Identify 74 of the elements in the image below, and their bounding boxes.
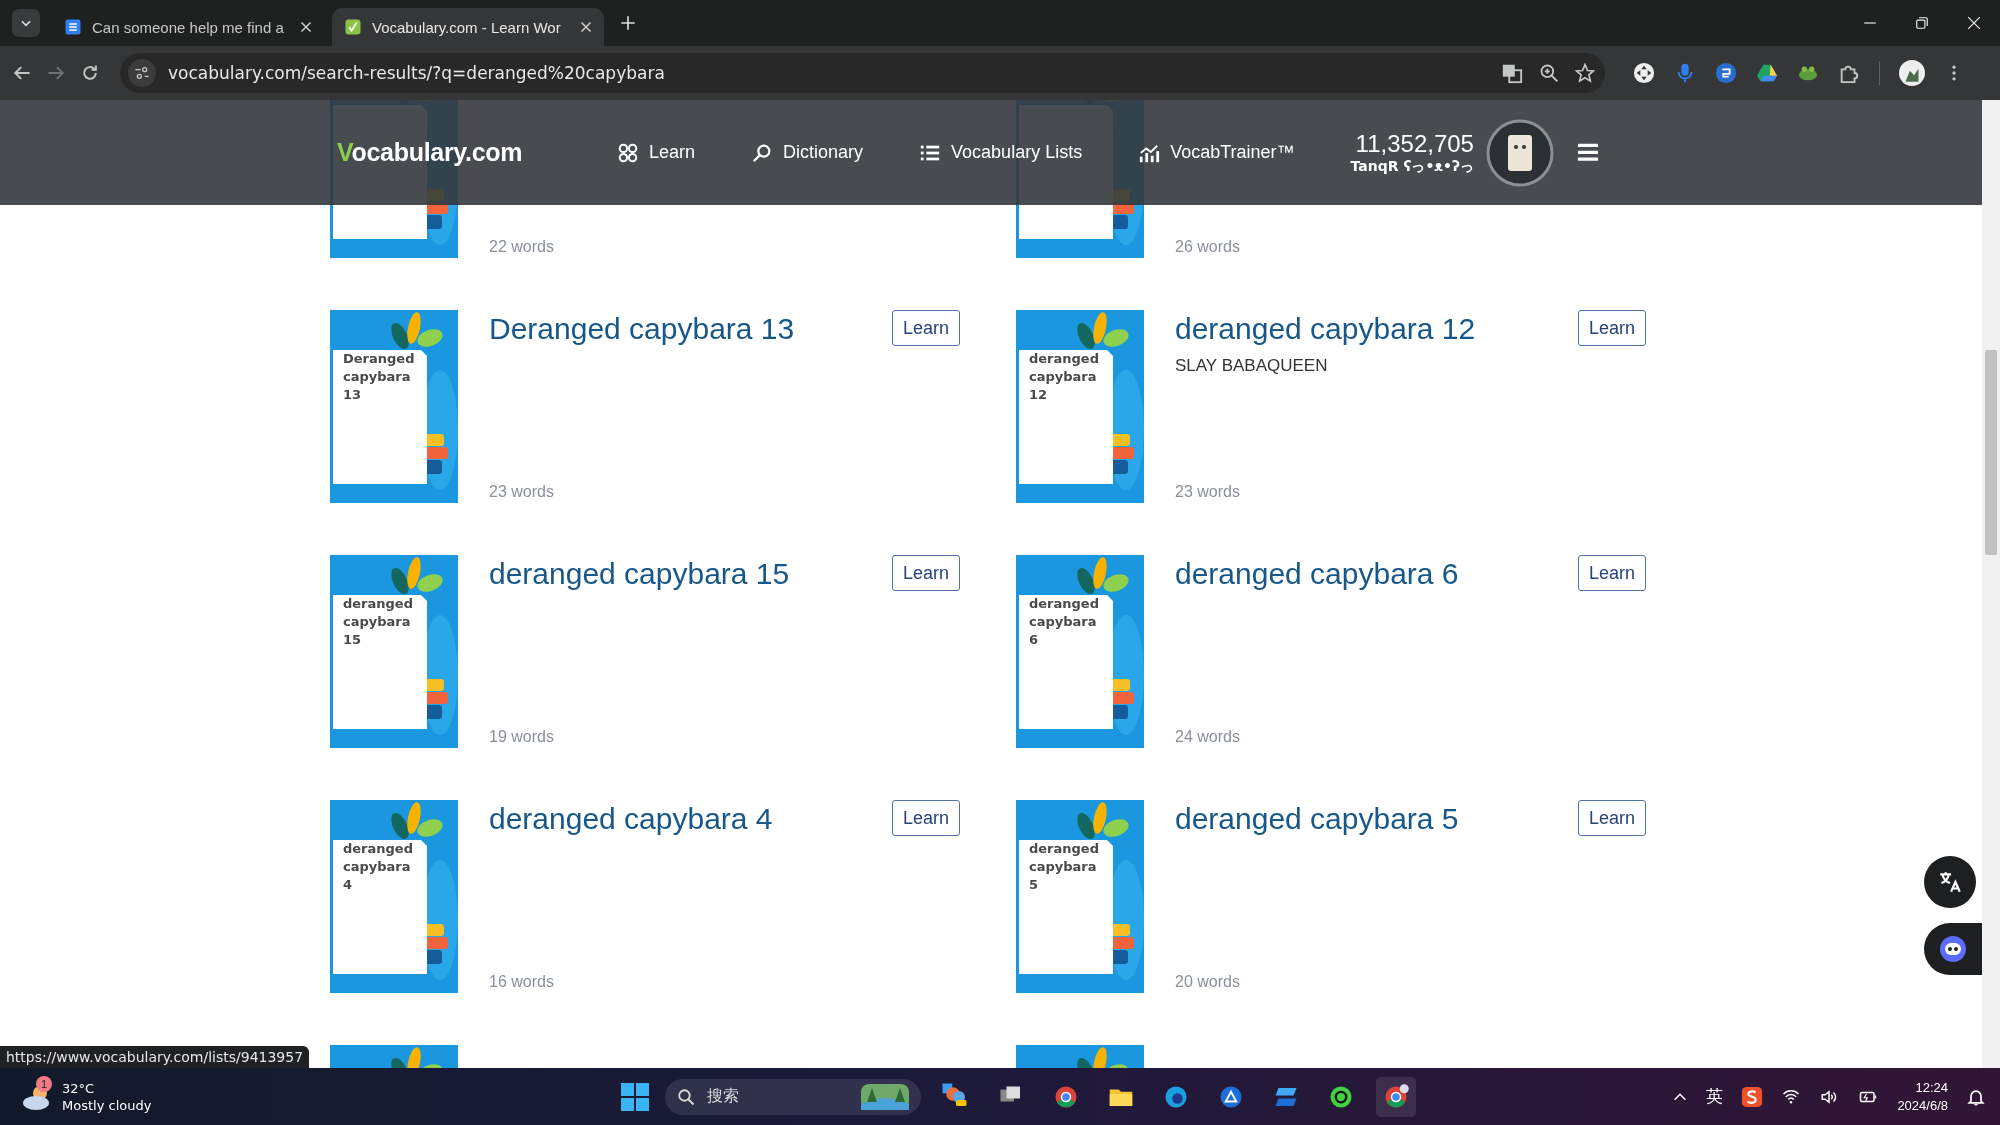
translate-icon — [1937, 869, 1963, 895]
grid-icon — [617, 141, 639, 164]
nav-link[interactable]: VocabTrainer™ — [1138, 141, 1295, 164]
address-bar[interactable]: vocabulary.com/search-results/?q=deranged%20capybara — [120, 53, 1605, 93]
search-icon — [677, 1087, 695, 1106]
new-tab-icon[interactable] — [620, 15, 636, 31]
cover-title: Deranged capybara 13 — [343, 350, 416, 404]
browser-tab[interactable]: Can someone help me find a — [52, 8, 324, 46]
list-title-link[interactable]: deranged capybara 5 — [1175, 802, 1459, 836]
system-clock[interactable]: 12:24 2024/6/8 — [1897, 1078, 1948, 1115]
cover-title: deranged capybara 12 — [1029, 350, 1100, 404]
restore-icon[interactable] — [1915, 16, 1929, 30]
wifi-icon[interactable] — [1781, 1087, 1802, 1106]
list-title-link[interactable]: deranged capybara 4 — [489, 802, 773, 836]
learn-button[interactable]: Learn — [891, 555, 960, 591]
learn-button[interactable]: Learn — [891, 800, 960, 836]
word-count: 23 words — [489, 483, 555, 502]
document-icon — [64, 18, 82, 36]
weather-condition: Mostly cloudy — [62, 1096, 152, 1114]
word-count: 16 words — [489, 973, 555, 992]
list-description: SLAY BABAQUEEN — [1175, 356, 1329, 376]
learn-button[interactable]: Learn — [1577, 310, 1646, 346]
notification-badge: 1 — [36, 1075, 52, 1092]
profile-avatar-icon[interactable] — [1899, 60, 1925, 86]
cover-title: deranged capybara 6 — [1029, 595, 1100, 649]
taskbar-browser-icon[interactable] — [1376, 1076, 1416, 1117]
translate-button[interactable] — [1924, 856, 1976, 908]
cover-title: deranged capybara 4 — [343, 840, 414, 894]
landscape-icon — [861, 1083, 909, 1110]
word-count: 23 words — [1175, 483, 1241, 502]
username: TanqR ʕっ•ᴥ•ʔっ — [1350, 157, 1474, 176]
checkmark-icon — [344, 18, 362, 36]
reload-icon[interactable] — [80, 63, 100, 83]
input-method-indicator[interactable]: 英 — [1706, 1085, 1724, 1108]
site-settings-icon[interactable] — [134, 65, 150, 81]
menu-icon[interactable] — [1575, 141, 1600, 164]
taskbar-search-field[interactable]: 搜索 — [665, 1078, 921, 1115]
assistant-button[interactable] — [1924, 923, 1982, 975]
temperature: 32°C — [62, 1079, 96, 1097]
scrollbar[interactable] — [1982, 100, 2000, 1068]
learn-button[interactable]: Learn — [891, 310, 960, 346]
nav-link[interactable]: Vocabulary Lists — [919, 141, 1083, 164]
input-method-icon[interactable] — [1741, 1085, 1764, 1108]
site-logo[interactable]: Vocabulary.com — [337, 138, 617, 167]
zoom-icon[interactable] — [1539, 63, 1559, 83]
move-icon[interactable] — [1633, 62, 1655, 84]
robot-icon — [1939, 935, 1967, 963]
word-count: 20 words — [1175, 973, 1241, 992]
list-title-link[interactable]: deranged capybara 6 — [1175, 557, 1459, 591]
word-count: 24 words — [1175, 728, 1241, 747]
list-title-link[interactable]: deranged capybara 15 — [489, 557, 790, 591]
avatar-icon[interactable] — [1485, 118, 1554, 187]
nav-link[interactable]: Dictionary — [751, 141, 864, 164]
nav-link[interactable]: Learn — [617, 141, 696, 164]
list-title-link[interactable]: deranged capybara 12 — [1175, 312, 1476, 346]
cover-title: deranged capybara 5 — [1029, 840, 1100, 894]
tab-search-button[interactable] — [12, 9, 40, 37]
word-count: 19 words — [489, 728, 555, 747]
scrollbar-thumb[interactable] — [1985, 350, 1997, 555]
triangle-icon[interactable] — [1756, 62, 1778, 84]
learn-button[interactable]: Learn — [1577, 555, 1646, 591]
translate-icon[interactable] — [1501, 62, 1523, 84]
points-count: 11,352,705 — [1355, 129, 1474, 158]
close-icon[interactable] — [580, 21, 592, 33]
word-count: 26 words — [1175, 238, 1241, 257]
star-icon[interactable] — [1575, 63, 1595, 83]
list-title-link[interactable]: Deranged capybara 13 — [489, 312, 795, 346]
extension-icon[interactable] — [1715, 62, 1737, 84]
close-icon[interactable] — [300, 21, 312, 33]
cover-title: deranged capybara 15 — [343, 595, 414, 649]
word-count: 22 words — [489, 238, 555, 257]
start-icon[interactable] — [620, 1081, 650, 1112]
learn-button[interactable]: Learn — [1577, 800, 1646, 836]
browser-tab[interactable]: Vocabulary.com - Learn Wor — [332, 8, 604, 46]
